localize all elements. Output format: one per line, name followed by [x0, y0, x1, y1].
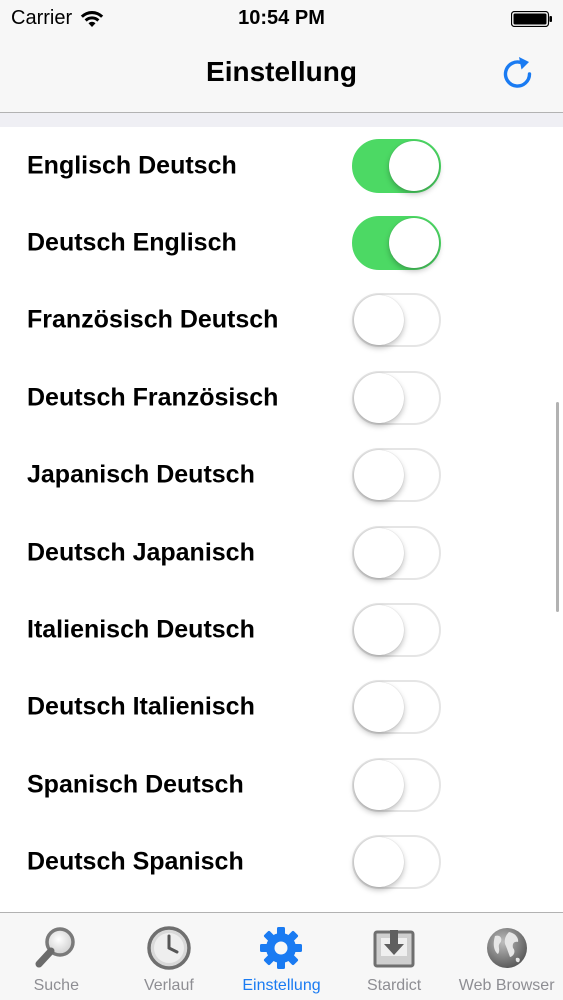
dictionary-toggle[interactable]: [352, 603, 441, 658]
toggle-knob: [389, 218, 439, 269]
download-icon: [373, 930, 415, 968]
toggle-knob: [354, 605, 404, 656]
navigation-bar: Einstellung: [0, 38, 563, 113]
status-time: 10:54 PM: [238, 7, 325, 29]
toggle-knob: [354, 450, 404, 501]
dictionary-label: Englisch Deutsch: [27, 151, 237, 180]
toggle-knob: [389, 140, 439, 191]
tab-label: Verlauf: [143, 977, 194, 994]
gear-icon: [260, 927, 303, 969]
dictionary-toggle[interactable]: [352, 293, 441, 348]
dictionary-label: Deutsch Spanisch: [27, 847, 244, 876]
toggle-knob: [354, 759, 404, 810]
tab-label: Einstellung: [242, 977, 321, 994]
battery-icon: [511, 11, 552, 27]
dictionary-toggle[interactable]: [352, 757, 441, 812]
dictionary-label: Italienisch Deutsch: [27, 615, 255, 644]
screen: Carrier 10:54 PM Einstellung Englisch De…: [0, 0, 563, 1000]
refresh-icon[interactable]: [499, 54, 537, 94]
clock-icon: [147, 926, 191, 970]
dictionary-toggle[interactable]: [352, 525, 441, 580]
globe-icon: [486, 928, 527, 968]
tab-verlauf[interactable]: Verlauf: [113, 913, 226, 1000]
tab-label: Web Browser: [458, 977, 555, 994]
settings-row: Englisch Deutsch: [0, 127, 563, 205]
search-icon: [35, 927, 76, 968]
dictionary-label: Französisch Deutsch: [27, 305, 279, 334]
settings-list: Englisch Deutsch Deutsch Englisch Französi…: [0, 127, 563, 901]
tab-label: Stardict: [366, 977, 422, 994]
dictionary-toggle[interactable]: [352, 370, 441, 425]
dictionary-toggle[interactable]: [352, 680, 441, 735]
dictionary-label: Deutsch Italienisch: [27, 692, 255, 721]
dictionary-toggle[interactable]: [352, 216, 441, 271]
section-separator: [0, 113, 563, 127]
toggle-knob: [354, 837, 404, 888]
dictionary-toggle[interactable]: [352, 448, 441, 503]
tab-bar: Suche Verlauf Einstellung Stardict Web B…: [0, 912, 563, 1000]
settings-row: Deutsch Französisch: [0, 359, 563, 437]
tab-stardict[interactable]: Stardict: [338, 913, 451, 1000]
settings-row: Japanisch Deutsch: [0, 436, 563, 514]
dictionary-label: Japanisch Deutsch: [27, 460, 255, 489]
page-title: Einstellung: [206, 56, 357, 87]
settings-row: Italienisch Deutsch: [0, 591, 563, 669]
dictionary-label: Deutsch Englisch: [27, 228, 237, 257]
toggle-knob: [354, 527, 404, 578]
tab-suche[interactable]: Suche: [0, 913, 113, 1000]
settings-row: Deutsch Japanisch: [0, 513, 563, 592]
settings-row: Spanisch Deutsch: [0, 746, 563, 824]
status-bar: Carrier 10:54 PM: [0, 0, 563, 38]
dictionary-label: Deutsch Französisch: [27, 383, 279, 412]
tab-web-browser[interactable]: Web Browser: [450, 913, 563, 1000]
settings-row: Französisch Deutsch: [0, 281, 563, 360]
settings-row: Deutsch Englisch: [0, 204, 563, 282]
scroll-indicator[interactable]: [556, 402, 559, 612]
tab-label: Suche: [33, 977, 79, 994]
settings-row: Deutsch Spanisch: [0, 823, 563, 901]
toggle-knob: [354, 682, 404, 733]
dictionary-label: Deutsch Japanisch: [27, 538, 255, 567]
dictionary-toggle[interactable]: [352, 138, 441, 193]
toggle-knob: [354, 295, 404, 346]
dictionary-label: Spanisch Deutsch: [27, 770, 244, 799]
dictionary-toggle[interactable]: [352, 835, 441, 890]
settings-row: Deutsch Italienisch: [0, 668, 563, 747]
toggle-knob: [354, 372, 404, 423]
tab-einstellung[interactable]: Einstellung: [225, 913, 338, 1000]
